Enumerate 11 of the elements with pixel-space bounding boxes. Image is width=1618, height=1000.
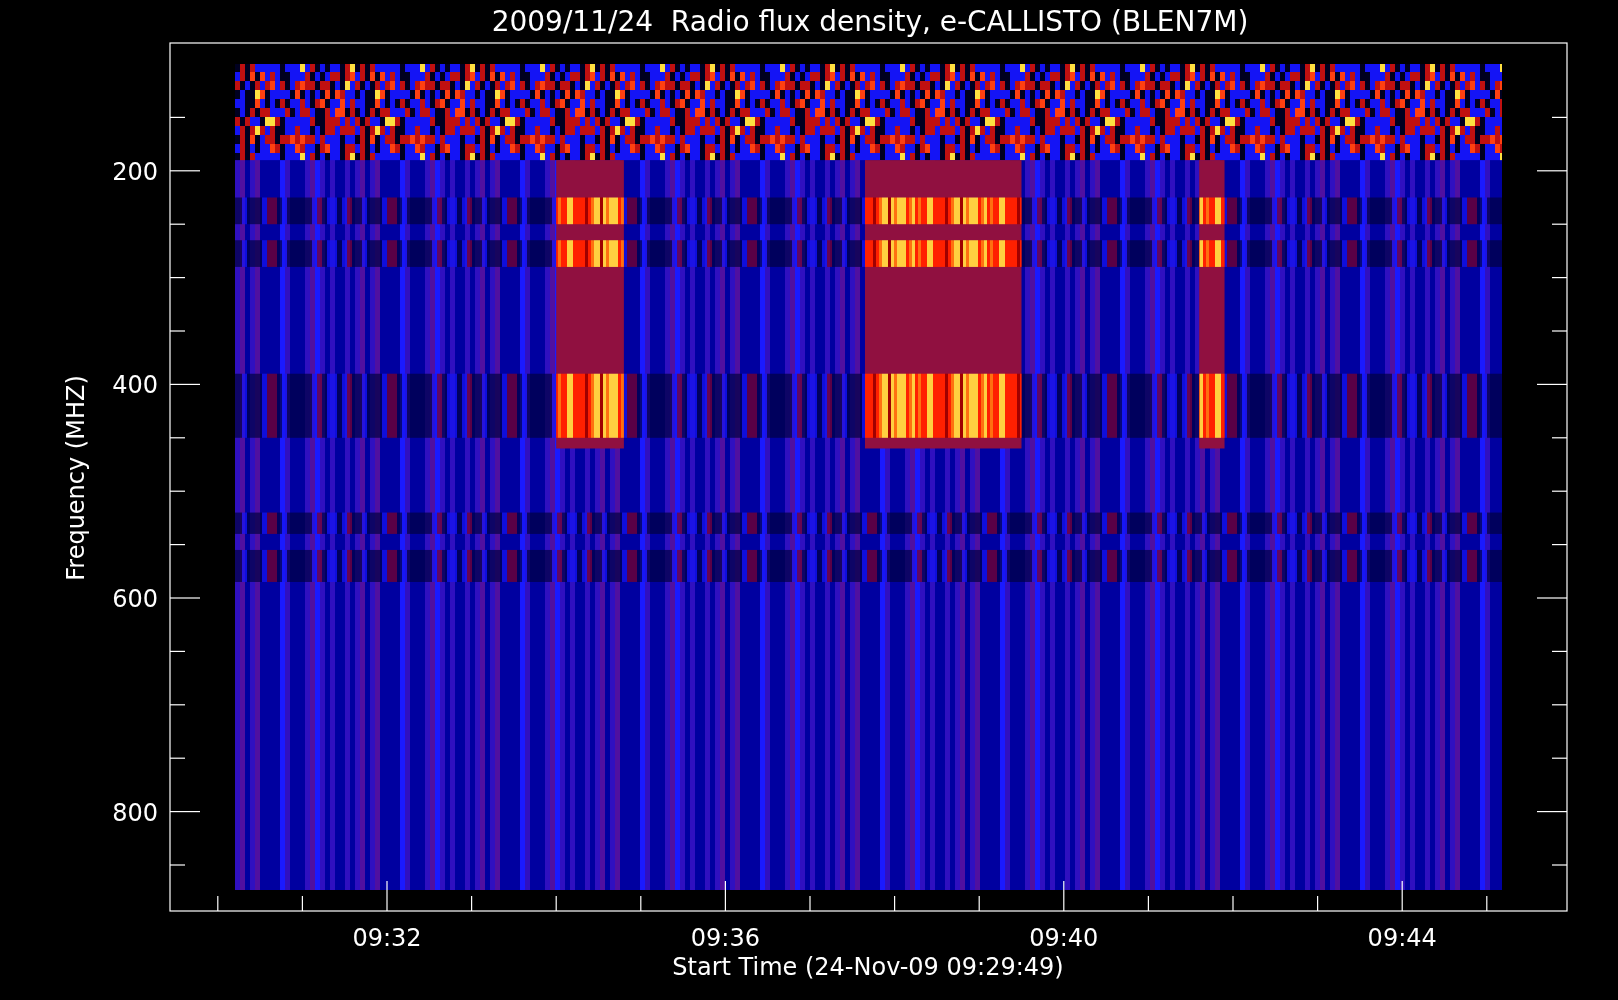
y-tick-label: 400: [112, 371, 158, 400]
x-tick-label: 09:40: [1029, 924, 1099, 952]
x-tick-label: 09:36: [690, 924, 760, 952]
y-axis-label: Frequency (MHZ): [62, 375, 90, 581]
y-tick-label: 200: [112, 157, 158, 186]
x-tick-label: 09:44: [1367, 924, 1437, 952]
x-axis-label: Start Time (24-Nov-09 09:29:49): [672, 953, 1064, 981]
plot-title: 2009/11/24 Radio flux density, e-CALLISTO (BLEN7M): [491, 5, 1249, 38]
y-tick-label: 600: [112, 585, 158, 613]
x-tick-label: 09:32: [352, 924, 422, 952]
y-tick-label: 800: [112, 798, 158, 827]
